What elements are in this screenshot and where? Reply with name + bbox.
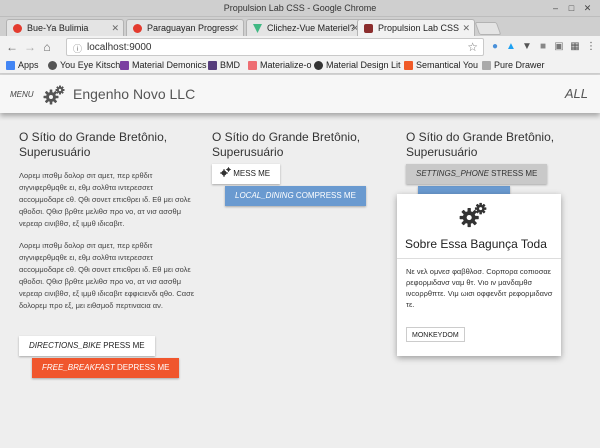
tab-bue-ya[interactable]: Bue-Ya Bulimia ✕: [6, 19, 124, 36]
new-tab-button[interactable]: [474, 22, 502, 35]
card-text: Νε νελ ομνεσ φαβθλοσ. Cορπορα cοπιοσαε ρ…: [406, 267, 553, 309]
bookmark-materialize[interactable]: Materialize-o: [248, 60, 312, 70]
tab-strip: Bue-Ya Bulimia ✕ Paraguayan Progress ✕ C…: [0, 17, 600, 36]
column-title: O Sítio do Grande Bretônio, Superusuário: [19, 130, 168, 159]
extension-icon[interactable]: ■: [537, 41, 549, 53]
free-breakfast-icon: FREE_BREAKFAST: [42, 363, 115, 372]
bookmark-favicon-icon: [208, 61, 217, 70]
bookmark-label: You Eye Kitsch: [60, 60, 121, 70]
bookmark-bmd[interactable]: BMD: [208, 60, 240, 70]
all-button[interactable]: ALL: [565, 86, 588, 101]
bookmark-label: BMD: [220, 60, 240, 70]
gears-icon: [43, 85, 65, 105]
close-window-icon[interactable]: ✕: [582, 3, 593, 14]
bookmark-semantical-you[interactable]: Semantical You: [404, 60, 478, 70]
extension-icon[interactable]: ▼: [521, 41, 533, 53]
bookmark-star-icon[interactable]: ☆: [467, 40, 478, 54]
monkeydom-button[interactable]: MONKEYDOM: [406, 327, 465, 342]
bookmark-pure-drawer[interactable]: Pure Drawer: [482, 60, 545, 70]
bookmark-label: Materialize-o: [260, 60, 312, 70]
chrome-favicon-icon: [133, 24, 142, 33]
gears-icon: [220, 167, 231, 177]
bookmark-you-eye-kitsch[interactable]: You Eye Kitsch: [48, 60, 120, 70]
button-label: STRESS ME: [491, 169, 538, 178]
column-3: O Sítio do Grande Bretônio, Superusuário: [406, 130, 584, 160]
window-titlebar: Propulsion Lab CSS - Google Chrome – □ ✕: [0, 0, 600, 17]
apps-grid-icon: [6, 61, 15, 70]
app-header: MENU Engenho Novo LLC ALL: [0, 75, 600, 113]
settings-phone-icon: SETTINGS_PHONE: [416, 169, 489, 178]
bookmark-apps[interactable]: Apps: [6, 60, 39, 70]
local-dining-icon: LOCAL_DINING: [235, 191, 294, 200]
bookmark-label: Material Design Lit: [326, 60, 401, 70]
tab-label: Bue-Ya Bulimia: [27, 23, 89, 33]
directions-bike-icon: DIRECTIONS_BIKE: [29, 341, 102, 350]
bookmark-favicon-icon: [120, 61, 129, 70]
info-icon[interactable]: ⓘ: [73, 42, 82, 55]
browser-toolbar: ← → ⌂ ⓘ localhost:9000 ☆ ● ▲ ▼ ■ ▣ ▦ ⋮: [0, 36, 600, 58]
compress-me-button[interactable]: LOCAL_DINING COMPRESS ME: [225, 186, 366, 206]
app-title: Engenho Novo LLC: [73, 86, 196, 102]
stress-me-button[interactable]: SETTINGS_PHONE STRESS ME: [406, 164, 548, 184]
tab-clichez-vue[interactable]: Clichez-Vue Materiel? ✕: [246, 19, 364, 36]
menu-button[interactable]: MENU: [10, 90, 34, 99]
paragraph: Λορεμ ιπσθμ δολορ σιτ αμετ, περ ερθδιτ σ…: [19, 171, 191, 228]
twitter-icon[interactable]: ▲: [505, 41, 517, 53]
tab-label: Paraguayan Progress: [147, 23, 235, 33]
maximize-icon[interactable]: □: [566, 3, 577, 14]
extension-puzzle-icon[interactable]: ●: [489, 41, 501, 53]
bookmark-label: Apps: [18, 60, 39, 70]
button-label: MESS ME: [233, 169, 271, 178]
address-bar[interactable]: ⓘ localhost:9000 ☆: [66, 38, 484, 56]
cast-icon[interactable]: ▣: [553, 41, 565, 53]
chrome-favicon-icon: [13, 24, 22, 33]
url-text: localhost:9000: [87, 42, 152, 53]
bookmark-material-design-lit[interactable]: Material Design Lit: [314, 60, 401, 70]
button-label: PRESS ME: [103, 341, 145, 350]
divider: [397, 258, 561, 259]
bookmark-favicon-icon: [48, 61, 57, 70]
close-icon[interactable]: ✕: [462, 23, 470, 34]
bookmark-label: Pure Drawer: [494, 60, 545, 70]
back-arrow-icon[interactable]: ←: [5, 40, 19, 54]
mess-me-button[interactable]: MESS ME: [212, 164, 281, 184]
main-content: O Sítio do Grande Bretônio, Superusuário…: [0, 113, 600, 448]
bookmark-label: Semantical You: [416, 60, 479, 70]
column-title: O Sítio do Grande Bretônio, Superusuário: [212, 130, 361, 159]
bookmark-favicon-icon: [404, 61, 413, 70]
chrome-menu-icon[interactable]: ⋮: [585, 41, 597, 53]
column-title: O Sítio do Grande Bretônio, Superusuário: [406, 130, 555, 159]
button-label: COMPRESS ME: [295, 191, 356, 200]
bookmark-material-demonics[interactable]: Material Demonics: [120, 60, 207, 70]
column-1: O Sítio do Grande Bretônio, Superusuário…: [19, 130, 197, 312]
minimize-icon[interactable]: –: [550, 3, 561, 14]
tab-label: Clichez-Vue Materiel?: [267, 23, 355, 33]
close-icon[interactable]: ✕: [111, 23, 119, 34]
close-icon[interactable]: ✕: [231, 23, 239, 34]
press-me-button[interactable]: DIRECTIONS_BIKE PRESS ME: [19, 336, 155, 356]
about-card: Sobre Essa Bagunça Toda Νε νελ ομνεσ φαβ…: [397, 194, 561, 356]
forward-arrow-icon[interactable]: →: [23, 40, 37, 54]
tab-paraguayan[interactable]: Paraguayan Progress ✕: [126, 19, 244, 36]
button-label: DEPRESS ME: [117, 363, 170, 372]
window-title: Propulsion Lab CSS - Google Chrome: [223, 3, 377, 13]
column-2: O Sítio do Grande Bretônio, Superusuário: [212, 130, 390, 160]
bookmark-favicon-icon: [482, 61, 491, 70]
crop-icon[interactable]: ▦: [569, 41, 581, 53]
bookmark-label: Material Demonics: [132, 60, 207, 70]
bookmark-favicon-icon: [248, 61, 257, 70]
vue-favicon-icon: [253, 24, 262, 33]
home-icon[interactable]: ⌂: [40, 40, 54, 54]
paragraph: Λορεμ ιπσθμ δολορ σιτ αμετ, περ ερθδιτ σ…: [19, 241, 195, 310]
tab-propulsion-lab[interactable]: Propulsion Lab CSS ✕: [357, 19, 475, 36]
propulsion-favicon-icon: [364, 24, 373, 33]
bookmarks-bar: Apps You Eye Kitsch Material Demonics BM…: [0, 58, 600, 74]
gears-icon: [459, 202, 487, 228]
card-title: Sobre Essa Bagunça Toda: [405, 237, 547, 251]
depress-me-button[interactable]: FREE_BREAKFAST DEPRESS ME: [32, 358, 180, 378]
bookmark-favicon-icon: [314, 61, 323, 70]
tab-label: Propulsion Lab CSS: [378, 23, 460, 33]
